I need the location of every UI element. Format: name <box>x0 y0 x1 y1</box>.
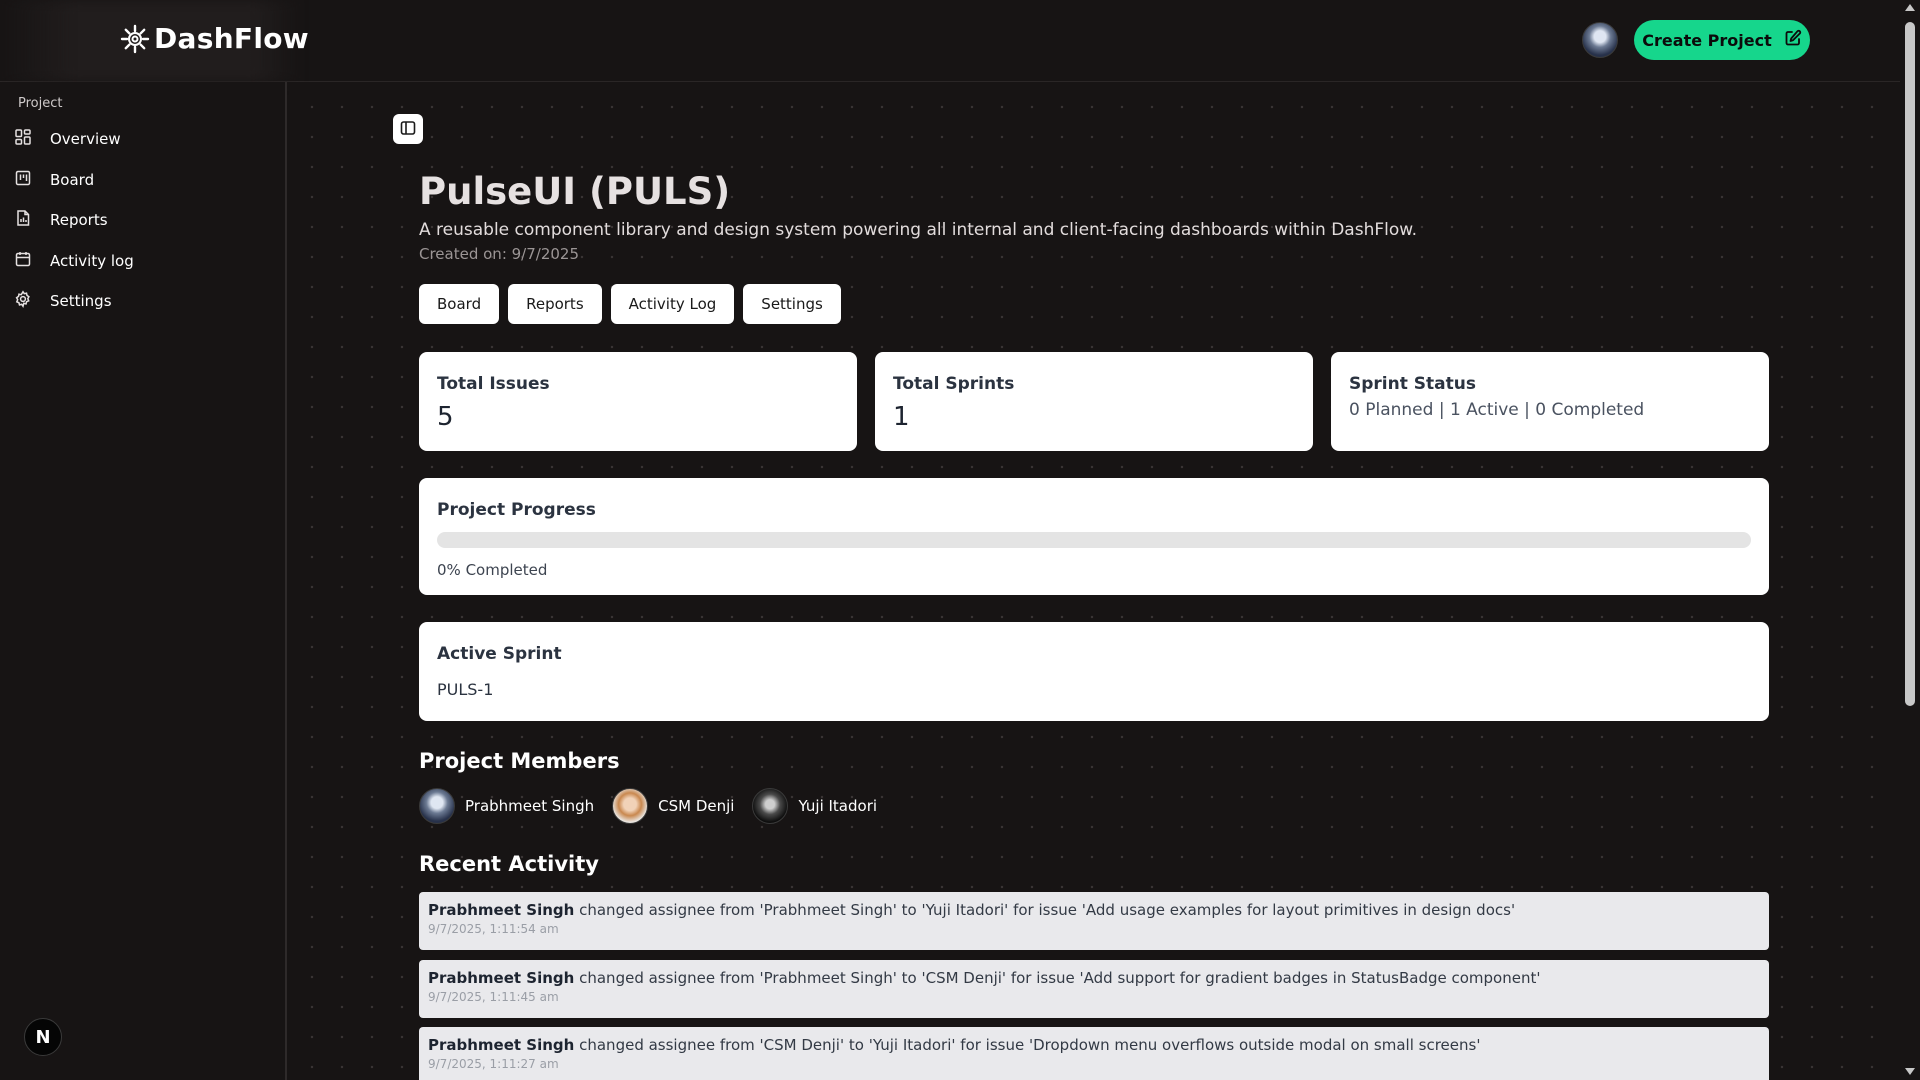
scroll-up-icon[interactable] <box>1905 4 1915 11</box>
project-description: A reusable component library and design … <box>419 220 1417 240</box>
project-tabs: Board Reports Activity Log Settings <box>419 284 841 324</box>
activity-user: Prabhmeet Singh <box>428 901 575 919</box>
board-icon <box>14 169 32 191</box>
logo-gear-icon <box>120 24 150 54</box>
card-title: Sprint Status <box>1349 374 1476 394</box>
top-header: DashFlow Create Project <box>0 0 1900 82</box>
activity-item: Prabhmeet Singh changed assignee from 'C… <box>419 1027 1769 1080</box>
avatar <box>752 788 789 824</box>
activity-text: Prabhmeet Singh changed assignee from 'C… <box>428 1036 1760 1054</box>
member-name: Yuji Itadori <box>798 797 878 815</box>
active-sprint-name[interactable]: PULS-1 <box>437 680 493 699</box>
activity-text: Prabhmeet Singh changed assignee from 'P… <box>428 969 1760 987</box>
activity-timestamp: 9/7/2025, 1:11:45 am <box>428 990 559 1004</box>
create-project-label: Create Project <box>1642 30 1772 50</box>
panel-left-icon <box>399 119 417 140</box>
activity-message: changed assignee from 'Prabhmeet Singh' … <box>574 901 1516 919</box>
members-heading: Project Members <box>419 749 620 773</box>
card-value: 1 <box>893 402 910 432</box>
card-title: Active Sprint <box>437 644 562 664</box>
sidebar: Project Overview Board Reports Activity … <box>0 82 287 1080</box>
card-title: Project Progress <box>437 500 596 520</box>
members-list: Prabhmeet Singh CSM Denji Yuji Itadori <box>419 788 877 824</box>
scroll-thumb[interactable] <box>1905 22 1915 706</box>
active-sprint-card: Active Sprint PULS-1 <box>419 622 1769 721</box>
user-avatar[interactable] <box>1582 22 1618 58</box>
total-sprints-card: Total Sprints 1 <box>875 352 1313 451</box>
page-title: PulseUI (PULS) <box>419 170 731 213</box>
card-title: Total Sprints <box>893 374 1015 394</box>
scroll-down-icon[interactable] <box>1905 1068 1915 1075</box>
tab-reports[interactable]: Reports <box>508 284 602 324</box>
created-date: Created on: 9/7/2025 <box>419 245 580 263</box>
member-item[interactable]: Yuji Itadori <box>752 788 877 824</box>
activity-message: changed assignee from 'CSM Denji' to 'Yu… <box>574 1036 1481 1054</box>
project-progress-card: Project Progress 0% Completed <box>419 478 1769 595</box>
activity-item: Prabhmeet Singh changed assignee from 'P… <box>419 960 1769 1018</box>
progress-text: 0% Completed <box>437 561 548 579</box>
grid-icon <box>14 128 32 150</box>
recent-activity-heading: Recent Activity <box>419 852 599 876</box>
activity-timestamp: 9/7/2025, 1:11:54 am <box>428 922 559 936</box>
sidebar-item-overview[interactable]: Overview <box>14 124 274 154</box>
avatar <box>612 788 649 824</box>
tab-activity-log[interactable]: Activity Log <box>610 284 735 324</box>
card-value: 5 <box>437 402 454 432</box>
sidebar-item-label: Overview <box>50 130 121 148</box>
sprint-status-summary: 0 Planned | 1 Active | 0 Completed <box>1349 400 1645 420</box>
sidebar-item-label: Settings <box>50 292 112 310</box>
member-item[interactable]: CSM Denji <box>612 788 734 824</box>
create-project-button[interactable]: Create Project <box>1634 20 1810 60</box>
activity-item: Prabhmeet Singh changed assignee from 'P… <box>419 892 1769 950</box>
sprint-status-card: Sprint Status 0 Planned | 1 Active | 0 C… <box>1331 352 1769 451</box>
sidebar-item-reports[interactable]: Reports <box>14 205 274 235</box>
card-title: Total Issues <box>437 374 550 394</box>
main-content: PulseUI (PULS) A reusable component libr… <box>289 82 1900 1080</box>
sidebar-item-board[interactable]: Board <box>14 165 274 195</box>
progress-bar <box>437 532 1751 548</box>
app-name: DashFlow <box>154 22 309 55</box>
sidebar-item-label: Activity log <box>50 252 134 270</box>
report-icon <box>14 209 32 231</box>
sidebar-item-settings[interactable]: Settings <box>14 286 274 316</box>
page-scrollbar[interactable] <box>1900 0 1920 1080</box>
nextjs-dev-badge[interactable]: N <box>24 1018 62 1056</box>
activity-timestamp: 9/7/2025, 1:11:27 am <box>428 1057 559 1071</box>
avatar <box>419 788 455 824</box>
edit-icon <box>1784 29 1802 51</box>
member-item[interactable]: Prabhmeet Singh <box>419 788 594 824</box>
sidebar-item-activity-log[interactable]: Activity log <box>14 246 274 276</box>
sidebar-toggle-button[interactable] <box>393 114 423 144</box>
total-issues-card: Total Issues 5 <box>419 352 857 451</box>
calendar-icon <box>14 250 32 272</box>
member-name: Prabhmeet Singh <box>465 797 595 815</box>
activity-user: Prabhmeet Singh <box>428 1036 575 1054</box>
app-logo[interactable]: DashFlow <box>120 22 309 55</box>
sidebar-item-label: Reports <box>50 211 108 229</box>
member-name: CSM Denji <box>658 797 735 815</box>
tab-settings[interactable]: Settings <box>743 284 841 324</box>
tab-board[interactable]: Board <box>419 284 500 324</box>
gear-icon <box>14 290 32 312</box>
activity-user: Prabhmeet Singh <box>428 969 575 987</box>
sidebar-item-label: Board <box>50 171 95 189</box>
activity-text: Prabhmeet Singh changed assignee from 'P… <box>428 901 1760 919</box>
sidebar-heading: Project <box>18 96 63 111</box>
activity-message: changed assignee from 'Prabhmeet Singh' … <box>574 969 1541 987</box>
